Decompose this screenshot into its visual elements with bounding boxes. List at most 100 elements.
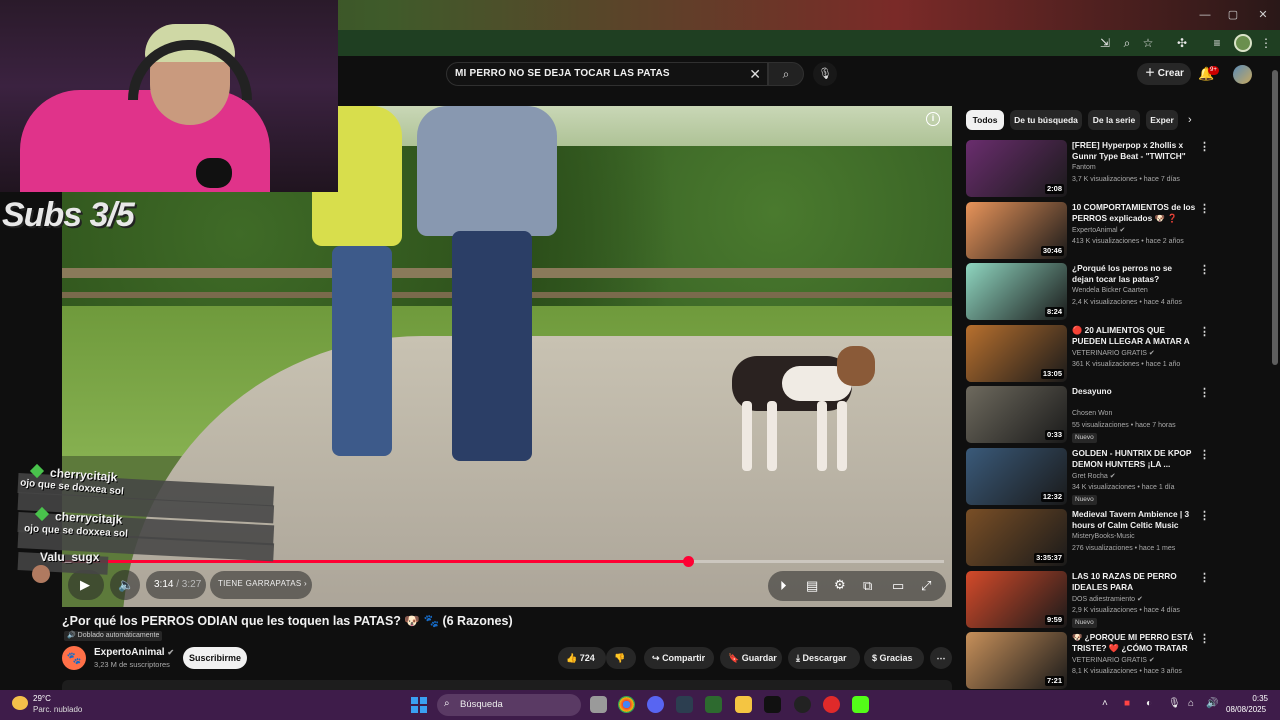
more-icon[interactable]: ⋮	[1199, 571, 1210, 584]
close-icon[interactable]: ✕	[1256, 8, 1270, 22]
recommendation-item[interactable]: 12:32 GOLDEN - HUNTRIX DE KPOP DEMON HUNT…	[966, 448, 1214, 506]
subscribe-button[interactable]: Suscribirme	[183, 647, 247, 669]
tray-app-icon[interactable]: ■	[1124, 698, 1130, 709]
dislike-button[interactable]: 👎	[606, 647, 636, 669]
maximize-icon[interactable]: ▢	[1226, 8, 1240, 22]
recommendation-title[interactable]: Desayuno	[1072, 386, 1196, 397]
theater-icon[interactable]: ▭	[892, 578, 904, 594]
channel-name[interactable]: ExpertoAnimal ✔	[94, 647, 174, 658]
chrome-icon[interactable]	[618, 696, 635, 713]
profile-avatar[interactable]	[1234, 34, 1252, 52]
recommendation-title[interactable]: 🔴 20 ALIMENTOS QUE PUEDEN LLEGAR A MATAR…	[1072, 325, 1196, 347]
recommendation-item[interactable]: 3:35:37 Medieval Tavern Ambience | 3 hour…	[966, 509, 1214, 567]
app-icon[interactable]	[676, 696, 693, 713]
microphone-icon[interactable]: 🎙	[1168, 698, 1181, 709]
recommendation-channel[interactable]: Chosen Won	[1072, 410, 1112, 417]
extensions-icon[interactable]: ✣	[1174, 35, 1190, 51]
recommendation-title[interactable]: Medieval Tavern Ambience | 3 hours of Ca…	[1072, 509, 1196, 531]
recommendation-item[interactable]: 9:59 LAS 10 RAZAS DE PERRO IDEALES PARA A…	[966, 571, 1214, 629]
miniplayer-icon[interactable]: ⧉	[863, 578, 872, 594]
recommendation-channel[interactable]: Fantom	[1072, 164, 1096, 171]
recommendation-item[interactable]: 0:33 Desayuno Chosen Won 55 visualizaciones…	[966, 386, 1214, 444]
avatar[interactable]	[1233, 65, 1252, 84]
chip-expert[interactable]: Exper	[1146, 110, 1178, 130]
terminal-icon[interactable]	[764, 696, 781, 713]
recommendation-item[interactable]: 2:08 [FREE] Hyperpop x 2hollis x Gunnr Ty…	[966, 140, 1214, 198]
play-button[interactable]: ▶	[68, 570, 104, 600]
star-icon[interactable]: ☆	[1140, 35, 1156, 51]
chip-from-search[interactable]: De tu búsqueda	[1010, 110, 1082, 130]
save-button[interactable]: 🔖 Guardar	[720, 647, 782, 669]
video-thumbnail[interactable]: 2:08	[966, 140, 1067, 197]
chevron-right-icon[interactable]: ›	[1188, 114, 1192, 126]
video-thumbnail[interactable]: 9:59	[966, 571, 1067, 628]
create-button[interactable]: ＋ Crear	[1137, 63, 1191, 85]
weather-description[interactable]: Parc. nublado	[33, 705, 82, 714]
recommendation-channel[interactable]: DOS adiestramiento ✔	[1072, 595, 1143, 603]
weather-temperature[interactable]: 29°C	[33, 694, 51, 703]
progress-bar[interactable]	[62, 556, 944, 567]
more-icon[interactable]: ⋮	[1199, 509, 1210, 522]
video-thumbnail[interactable]: 8:24	[966, 263, 1067, 320]
recommendation-channel[interactable]: VETERINARIO GRATIS ✔	[1072, 349, 1155, 357]
subtitles-icon[interactable]: ▤	[806, 578, 818, 594]
recommendation-title[interactable]: LAS 10 RAZAS DE PERRO IDEALES PARA APART…	[1072, 571, 1196, 593]
task-view-icon[interactable]	[590, 696, 607, 713]
file-explorer-icon[interactable]	[735, 696, 752, 713]
video-thumbnail[interactable]: 3:35:37	[966, 509, 1067, 566]
video-thumbnail[interactable]: 12:32	[966, 448, 1067, 505]
more-icon[interactable]: ⋮	[1199, 325, 1210, 338]
channel-avatar[interactable]: 🐾	[62, 646, 86, 670]
more-icon[interactable]: ⋮	[1199, 140, 1210, 153]
recommendation-item[interactable]: 7:21 🐶 ¿PORQUE MI PERRO ESTÁ TRISTE? ❤️ ¿…	[966, 632, 1214, 690]
scrollbar[interactable]	[1272, 70, 1278, 365]
recommendation-channel[interactable]: VETERINARIO GRATIS ✔	[1072, 656, 1155, 664]
network-icon[interactable]: ⌂	[1188, 698, 1194, 709]
autoplay-icon[interactable]: ⏵	[780, 578, 787, 594]
windows-start-icon[interactable]	[411, 697, 427, 713]
install-icon[interactable]: ⇲	[1097, 35, 1113, 51]
volume-button[interactable]: 🔈	[110, 570, 140, 600]
recommendation-title[interactable]: 🐶 ¿PORQUE MI PERRO ESTÁ TRISTE? ❤️ ¿CÓMO…	[1072, 632, 1196, 654]
recommendation-item[interactable]: 30:46 10 COMPORTAMIENTOS de los PERROS ex…	[966, 202, 1214, 260]
fullscreen-icon[interactable]: ⤢	[921, 578, 931, 594]
video-thumbnail[interactable]: 0:33	[966, 386, 1067, 443]
obs-icon[interactable]	[794, 696, 811, 713]
taskbar-search[interactable]: ⌕ Búsqueda	[437, 694, 581, 716]
weather-icon[interactable]	[12, 696, 28, 710]
video-thumbnail[interactable]: 13:05	[966, 325, 1067, 382]
share-button[interactable]: ↪ Compartir	[644, 647, 714, 669]
thanks-button[interactable]: $ Gracias	[864, 647, 924, 669]
search-input[interactable]: MI PERRO NO SE DEJA TOCAR LAS PATAS ✕	[446, 62, 768, 86]
recommendation-channel[interactable]: Wendela Bicker Caarten	[1072, 287, 1148, 294]
media-icon[interactable]: ≡	[1209, 35, 1225, 51]
clock-date[interactable]: 08/08/2025	[1226, 705, 1266, 714]
like-button[interactable]: 👍 724	[558, 647, 606, 669]
description-box[interactable]	[62, 680, 952, 690]
recommendation-item[interactable]: 13:05 🔴 20 ALIMENTOS QUE PUEDEN LLEGAR A …	[966, 325, 1214, 383]
more-actions-button[interactable]: ⋯	[930, 647, 952, 669]
download-button[interactable]: ⤓ Descargar	[788, 647, 860, 669]
gear-icon[interactable]: ⚙	[834, 577, 846, 593]
zoom-icon[interactable]: ⌕	[1119, 35, 1135, 51]
recommendation-title[interactable]: 10 COMPORTAMIENTOS de los PERROS explica…	[1072, 202, 1196, 224]
recommendation-title[interactable]: ¿Porqué los perros no se dejan tocar las…	[1072, 263, 1196, 285]
voice-search-button[interactable]: 🎙	[813, 62, 837, 86]
recommendation-channel[interactable]: Gret Rocha ✔	[1072, 472, 1116, 480]
clear-search-icon[interactable]: ✕	[749, 66, 761, 83]
video-thumbnail[interactable]: 7:21	[966, 632, 1067, 689]
chip-all[interactable]: Todos	[966, 110, 1004, 130]
more-icon[interactable]: ⋮	[1199, 386, 1210, 399]
discord-icon[interactable]	[647, 696, 664, 713]
recommendation-title[interactable]: GOLDEN - HUNTRIX DE KPOP DEMON HUNTERS ¡…	[1072, 448, 1196, 470]
clock-time[interactable]: 0:35	[1250, 694, 1268, 703]
recommendation-item[interactable]: 8:24 ¿Porqué los perros no se dejan tocar…	[966, 263, 1214, 321]
recommendation-title[interactable]: [FREE] Hyperpop x 2hollis x Gunnr Type B…	[1072, 140, 1196, 162]
more-icon[interactable]: ⋮	[1199, 202, 1210, 215]
minimize-icon[interactable]: —	[1198, 8, 1212, 22]
more-icon[interactable]: ⋮	[1199, 263, 1210, 276]
tray-app-icon[interactable]: ◐	[1146, 698, 1152, 709]
chip-from-series[interactable]: De la serie	[1088, 110, 1140, 130]
info-icon[interactable]: i	[926, 112, 940, 126]
recommendation-channel[interactable]: MisteryBooks-Music	[1072, 533, 1135, 540]
